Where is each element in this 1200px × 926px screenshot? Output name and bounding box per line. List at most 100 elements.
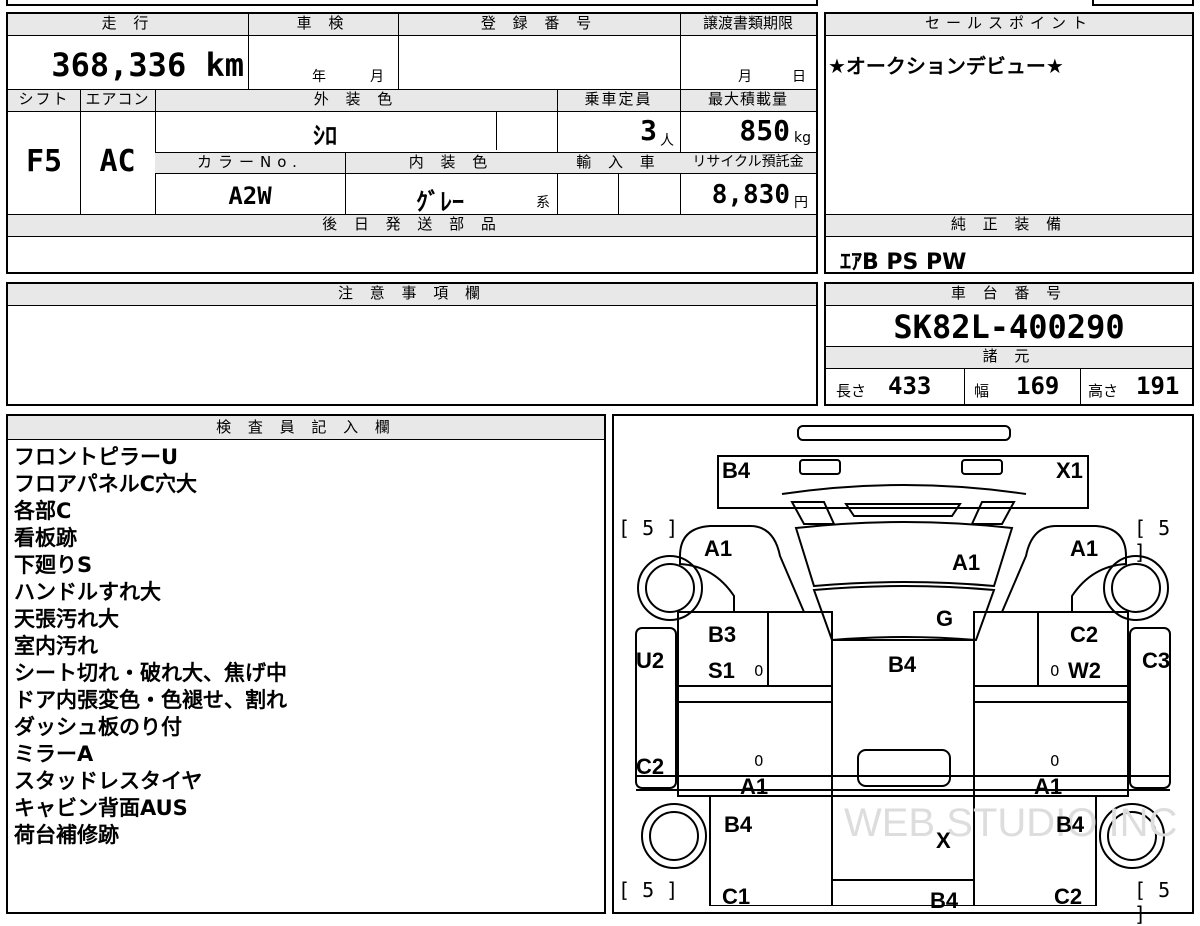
label-s1: S1 [708, 658, 735, 683]
max-load-unit: kg [794, 130, 811, 146]
length-value: 433 [888, 372, 932, 400]
shaken-year-unit: 年 [312, 69, 326, 85]
inspector-item: 室内汚れ [14, 634, 98, 658]
inspector-item: フロントピラーU [14, 445, 179, 469]
inspector-item: ハンドルすれ大 [14, 580, 161, 604]
inspector-item: スタッドレスタイヤ [14, 769, 203, 793]
inspector-item: フロアパネルC穴大 [14, 472, 197, 496]
inspector-item: キャビン背面AUS [14, 796, 188, 820]
inspector-box: 検 査 員 記 入 欄 フロントピラーU フロアパネルC穴大 各部C 看板跡下廻りS ハ… [6, 414, 606, 914]
max-load-label: 最大積載量 [680, 90, 816, 112]
later-parts-label: 後 日 発 送 部 品 [8, 215, 816, 237]
height-value: 191 [1136, 372, 1180, 400]
label-a1-lower-right: A1 [1034, 774, 1063, 799]
aircon-label: エアコン [80, 90, 155, 112]
label-c2-bottom-right: C2 [1054, 884, 1083, 909]
mileage-label: 走 行 [8, 14, 248, 36]
label-b4-lower-right: B4 [1056, 812, 1085, 837]
top-strip [6, 0, 818, 6]
label-c2-left: C2 [636, 754, 665, 779]
damage-diagram-box: WEB STUDIO INC B4 X1 A1 A1 A1 G B3 S1 C2… [612, 414, 1194, 926]
inspector-item: ミラーA [14, 742, 94, 766]
label-a1-left: A1 [704, 536, 733, 561]
label-a1-right: A1 [1070, 536, 1099, 561]
zero-mark: 0 [1050, 662, 1060, 680]
inspector-item: ドア内張変色・色褪せ、割れ [14, 688, 287, 712]
color-no-value: A2W [228, 182, 272, 210]
label-c1: C1 [722, 884, 751, 909]
label-w2: W2 [1068, 658, 1101, 683]
tire-depth-rear-left: [ 5 ] [618, 878, 679, 902]
sales-point-label: セールスポイント [826, 14, 1192, 36]
label-g: G [936, 606, 954, 631]
label-x-center: X [936, 828, 951, 853]
label-b4-center: B4 [888, 652, 917, 677]
width-label: 幅 [974, 382, 990, 400]
inspector-item: 各部C [14, 499, 72, 523]
chassis-label: 車 台 番 号 [826, 284, 1192, 306]
color-no-label: カラーNo. [155, 152, 345, 174]
exterior-color-label: 外 装 色 [155, 90, 557, 112]
transfer-month-unit: 月 [738, 69, 752, 85]
sales-point-text: ★オークションデビュー★ [828, 54, 1064, 78]
tire-depth-front-left: [ 5 ] [618, 516, 679, 540]
inspector-item: 看板跡 [14, 526, 77, 550]
inspector-item: 天張汚れ大 [14, 607, 119, 631]
tire-depth-rear-right: [ 5 ] [1134, 878, 1171, 926]
label-x1: X1 [1056, 458, 1083, 483]
shift-label: シフト [8, 90, 80, 112]
label-a1-center: A1 [952, 550, 981, 575]
equipment-value: ｴｱB PS PW [840, 250, 967, 275]
tire-depth-front-right: [ 5 ] [1134, 516, 1171, 564]
zero-mark: 0 [754, 662, 764, 680]
inspector-item: 荷台補修跡 [14, 823, 119, 847]
exterior-color-value: ｼﾛ [313, 122, 337, 150]
inspector-item: シート切れ・破れ大、焦げ中 [14, 661, 287, 685]
spec-box: 走 行 車 検 登 録 番 号 譲渡書類期限 368,336 km 年 月 月 … [6, 12, 818, 274]
height-label: 高さ [1088, 382, 1119, 400]
chassis-box: 車 台 番 号 SK82L-400290 諸 元 長さ 433 幅 169 高さ… [824, 282, 1194, 406]
shaken-month-unit: 月 [370, 69, 384, 85]
inspector-item: ダッシュ板のり付 [14, 715, 182, 739]
shaken-label: 車 検 [248, 14, 398, 36]
label-b4-lower-left: B4 [724, 812, 753, 837]
width-value: 169 [1016, 372, 1060, 400]
interior-color-value: ｸﾞﾚｰ [416, 188, 464, 216]
mileage-value: 368,336 km [51, 46, 244, 84]
specs-label: 諸 元 [826, 347, 1192, 369]
transfer-day-unit: 日 [792, 69, 806, 85]
zero-mark: 0 [754, 752, 764, 770]
recycle-label: リサイクル預託金 [680, 152, 816, 174]
capacity-unit: 人 [660, 133, 674, 149]
label-b3: B3 [708, 622, 737, 647]
top-strip-right [1092, 0, 1194, 6]
recycle-unit: 円 [794, 195, 808, 211]
inspector-list: フロントピラーU フロアパネルC穴大 各部C 看板跡下廻りS ハンドルすれ大 天張汚れ大室… [14, 444, 287, 849]
max-load-value: 850 [739, 114, 790, 147]
label-c3: C3 [1142, 648, 1171, 673]
notes-box: 注 意 事 項 欄 [6, 282, 818, 406]
transfer-label: 譲渡書類期限 [680, 14, 816, 36]
aircon-value: AC [99, 144, 136, 179]
sales-point-box: セールスポイント ★オークションデビュー★ 純 正 装 備 ｴｱB PS PW [824, 12, 1194, 275]
registration-label: 登 録 番 号 [398, 14, 680, 36]
label-b4-top: B4 [722, 458, 751, 483]
chassis-value: SK82L-400290 [893, 308, 1125, 346]
equipment-label: 純 正 装 備 [826, 215, 1192, 237]
label-b4-bottom: B4 [930, 888, 959, 913]
label-u2: U2 [636, 648, 665, 673]
label-c2-right-top: C2 [1070, 622, 1099, 647]
zero-mark: 0 [1050, 752, 1060, 770]
watermark: WEB STUDIO INC [844, 801, 1177, 845]
interior-color-suffix: 系 [536, 195, 550, 211]
interior-color-label: 内 装 色 [345, 152, 557, 174]
length-label: 長さ [836, 382, 867, 400]
capacity-label: 乗車定員 [557, 90, 680, 112]
notes-label: 注 意 事 項 欄 [8, 284, 816, 306]
capacity-value: 3 [640, 114, 657, 147]
label-a1-lower-left: A1 [740, 774, 769, 799]
inspector-label: 検 査 員 記 入 欄 [8, 416, 604, 440]
inspector-item: 下廻りS [14, 553, 93, 577]
shift-value: F5 [25, 144, 63, 179]
import-label: 輸 入 車 [557, 152, 680, 174]
